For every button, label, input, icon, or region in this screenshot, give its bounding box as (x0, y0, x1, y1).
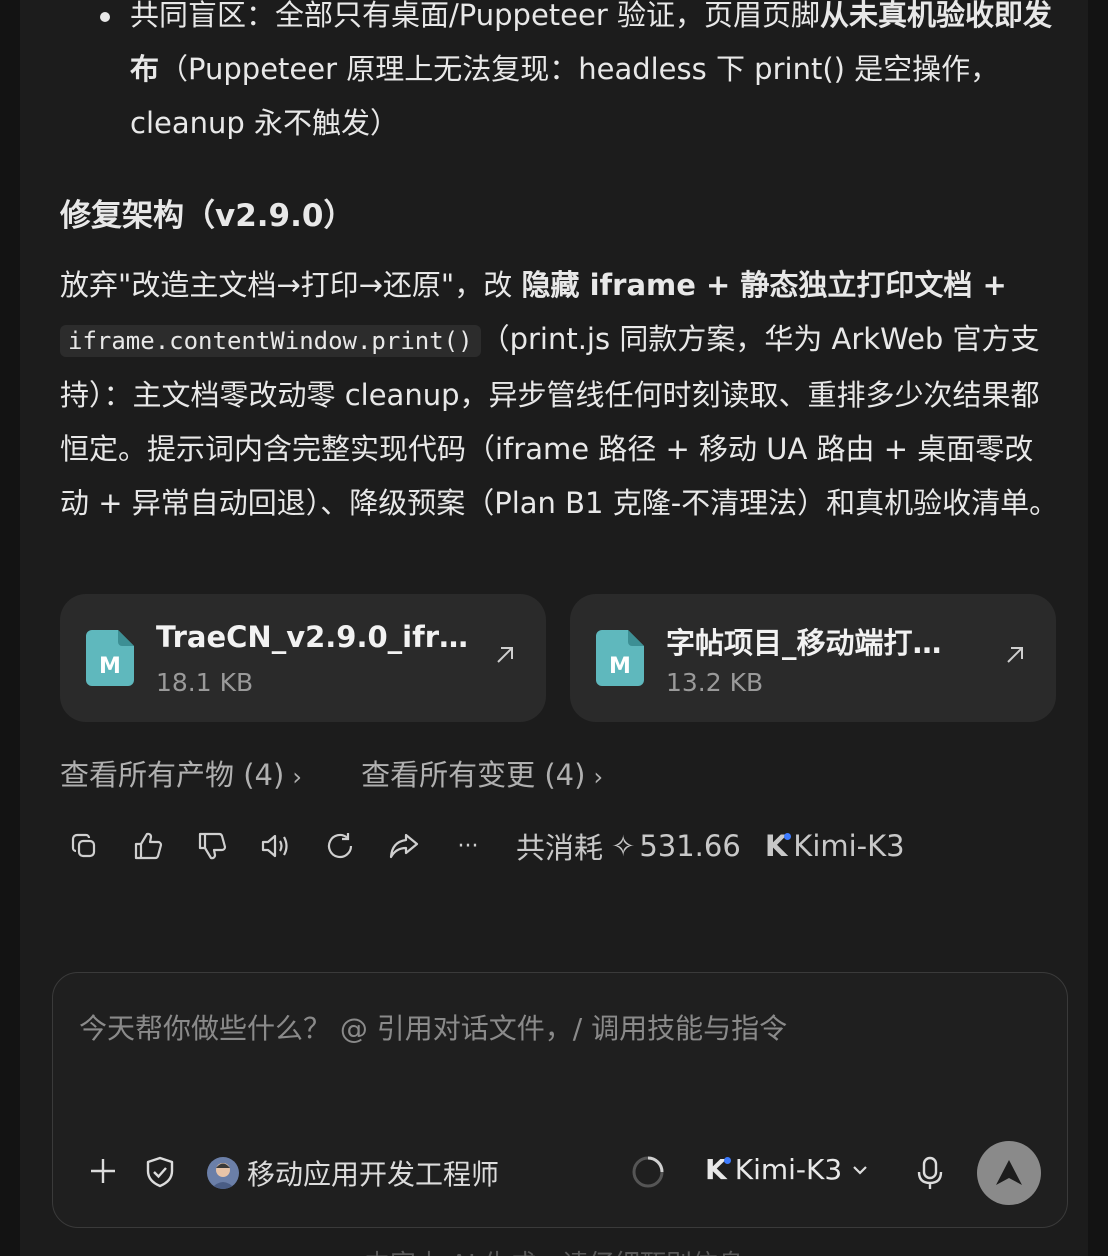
view-artifacts-label: 查看所有产物 (4) (60, 758, 285, 792)
refresh-icon[interactable] (324, 830, 356, 862)
kimi-logo: K (765, 829, 792, 863)
inline-code: iframe.contentWindow.print() (60, 325, 481, 357)
thumbs-up-icon[interactable] (132, 830, 164, 862)
more-icon[interactable]: ··· (452, 830, 484, 862)
file-title: 字帖项目_移动端打… (666, 626, 942, 660)
chat-input[interactable]: 今天帮你做些什么？ @ 引用对话文件，/ 调用技能与指令 (79, 1007, 787, 1047)
chat-panel: 共同盲区：全部只有桌面/Puppeteer 验证，页眉页脚从未真机验收即发布（P… (20, 0, 1088, 1256)
kimi-logo: K (705, 1153, 731, 1186)
speaker-icon[interactable] (260, 830, 292, 862)
section-heading: 修复架构（v2.9.0） (60, 198, 355, 234)
file-size: 13.2 KB (666, 668, 764, 697)
file-cards: M TraeCN_v2.9.0_ifr… 18.1 KB M 字帖项目_移动端打… (60, 594, 1056, 722)
cost-value: 531.66 (639, 829, 741, 863)
markdown-file-icon: M (86, 630, 134, 686)
message-actions: ··· 共消耗 ✧ 531.66 K Kimi-K3 (68, 822, 905, 870)
bullet-text-prefix: 共同盲区：全部只有桌面/Puppeteer 验证，页眉页脚 (130, 0, 820, 32)
loading-spinner-icon (632, 1156, 664, 1188)
shield-check-icon[interactable] (145, 1155, 175, 1189)
microphone-icon[interactable] (915, 1155, 945, 1191)
file-card[interactable]: M 字帖项目_移动端打… 13.2 KB (570, 594, 1056, 722)
markdown-file-icon: M (596, 630, 644, 686)
model-name: Kimi-K3 (793, 829, 905, 863)
composer-toolbar: 移动应用开发工程师 K Kimi-K3 (53, 1141, 1067, 1205)
chevron-down-icon (853, 1165, 867, 1175)
bullet-dot (100, 12, 110, 22)
bullet-text-suffix: （Puppeteer 原理上无法复现：headless 下 print() 是空… (130, 52, 1000, 140)
send-button[interactable] (977, 1141, 1041, 1205)
avatar (207, 1157, 239, 1189)
summary-links: 查看所有产物 (4) › 查看所有变更 (4) › (60, 752, 653, 794)
view-artifacts-link[interactable]: 查看所有产物 (4) › (60, 758, 302, 792)
paragraph-bold: 隐藏 iframe + 静态独立打印文档 + (521, 268, 1007, 302)
view-changes-link[interactable]: 查看所有变更 (4) › (361, 758, 603, 792)
model-name: Kimi-K3 (734, 1153, 843, 1186)
chevron-right-icon: › (292, 763, 302, 791)
share-icon[interactable] (388, 830, 420, 862)
agent-selector[interactable]: 移动应用开发工程师 (207, 1153, 499, 1193)
agent-name: 移动应用开发工程师 (247, 1158, 500, 1191)
plus-icon[interactable] (87, 1155, 119, 1187)
list-item: 共同盲区：全部只有桌面/Puppeteer 验证，页眉页脚从未真机验收即发布（P… (60, 0, 1060, 150)
file-size: 18.1 KB (156, 668, 254, 697)
paragraph: 放弃"改造主文档→打印→还原"，改 隐藏 iframe + 静态独立打印文档 +… (60, 258, 1060, 530)
model-selector[interactable]: K Kimi-K3 (705, 1153, 870, 1186)
disclaimer: 内容由 AI 生成，请仔细甄别信息 (0, 1244, 1108, 1256)
cost-symbol: ✧ (611, 829, 636, 863)
chevron-right-icon: › (593, 763, 604, 791)
copy-icon[interactable] (68, 830, 100, 862)
chat-composer[interactable]: 今天帮你做些什么？ @ 引用对话文件，/ 调用技能与指令 移动应用开发工程师 K… (52, 972, 1068, 1228)
assistant-message: 共同盲区：全部只有桌面/Puppeteer 验证，页眉页脚从未真机验收即发布（P… (60, 0, 1060, 530)
send-arrow-icon (996, 1160, 1022, 1185)
file-title: TraeCN_v2.9.0_ifr… (156, 620, 469, 654)
cost-label: 共消耗 (516, 831, 604, 865)
view-changes-label: 查看所有变更 (4) (361, 758, 586, 792)
open-external-icon[interactable] (494, 644, 516, 666)
thumbs-down-icon[interactable] (196, 830, 228, 862)
file-card[interactable]: M TraeCN_v2.9.0_ifr… 18.1 KB (60, 594, 546, 722)
usage-info: 共消耗 ✧ 531.66 K Kimi-K3 (516, 825, 905, 867)
svg-text:M: M (609, 654, 631, 679)
paragraph-text-1: 放弃"改造主文档→打印→还原"，改 (60, 268, 522, 302)
svg-text:M: M (99, 654, 121, 679)
open-external-icon[interactable] (1004, 644, 1026, 666)
